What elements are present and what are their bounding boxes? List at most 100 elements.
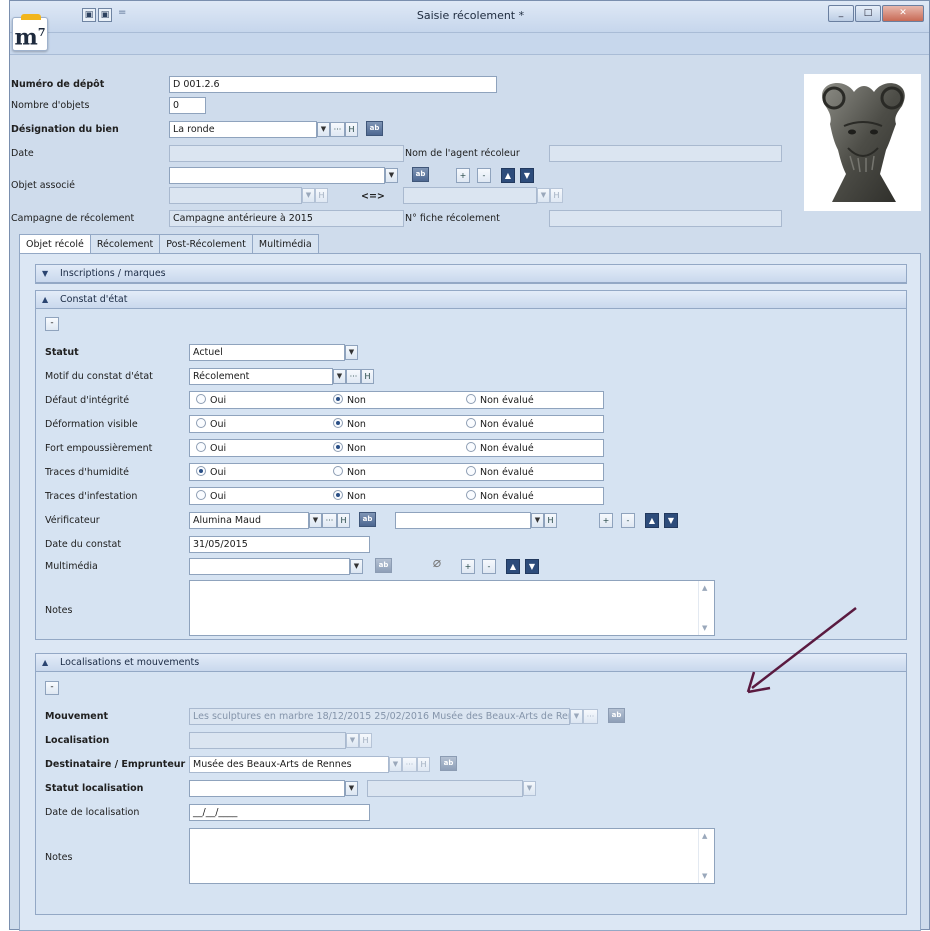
motif-combo[interactable]: Récolement — [189, 368, 333, 385]
statut-localisation-detail-combo[interactable] — [367, 780, 523, 797]
empoussierement-non-radio[interactable]: Non — [333, 442, 366, 455]
close-button[interactable]: ✕ — [882, 5, 924, 22]
date-field[interactable] — [169, 145, 404, 162]
multimedia-thesaurus-icon[interactable]: ab — [375, 558, 392, 573]
minimize-button[interactable]: _ — [828, 5, 854, 22]
statut-localisation-combo[interactable] — [189, 780, 345, 797]
multimedia-combo[interactable] — [189, 558, 350, 575]
destinataire-ellipsis-button[interactable]: ··· — [402, 757, 417, 772]
verificateur-remove-button[interactable]: - — [621, 513, 635, 528]
destinataire-thesaurus-icon[interactable]: ab — [440, 756, 457, 771]
maximize-button[interactable]: □ — [855, 5, 881, 22]
numero-depot-field[interactable]: D 001.2.6 — [169, 76, 497, 93]
statut-combo[interactable]: Actuel — [189, 344, 345, 361]
objet-associe-relation-dropdown-icon[interactable]: ▼ — [537, 188, 550, 203]
agent-field[interactable] — [549, 145, 782, 162]
localisations-collapse-button[interactable]: - — [45, 681, 59, 695]
objet-associe-add-button[interactable]: + — [456, 168, 470, 183]
multimedia-remove-button[interactable]: - — [482, 559, 496, 574]
defaut-integrite-non-evalue-radio[interactable]: Non évalué — [466, 394, 534, 407]
objet-associe-combo[interactable] — [169, 167, 385, 184]
scroll-up-icon[interactable]: ▲ — [702, 584, 707, 592]
deformation-oui-radio[interactable]: Oui — [196, 418, 226, 431]
motif-ellipsis-button[interactable]: ··· — [346, 369, 361, 384]
section-inscriptions-header[interactable]: ▼ Inscriptions / marques — [36, 265, 906, 283]
objet-associe-type-dropdown-icon[interactable]: ▼ — [302, 188, 315, 203]
statut-dropdown-icon[interactable]: ▼ — [345, 345, 358, 360]
tab-objet-recole[interactable]: Objet récolé — [19, 234, 91, 255]
humidite-non-radio[interactable]: Non — [333, 466, 366, 479]
statut-localisation-dropdown-icon[interactable]: ▼ — [345, 781, 358, 796]
tab-recolement[interactable]: Récolement — [89, 234, 161, 254]
constat-notes-textarea[interactable]: ▲ ▼ — [189, 580, 715, 636]
humidite-non-evalue-radio[interactable]: Non évalué — [466, 466, 534, 479]
verificateur-ellipsis-button[interactable]: ··· — [322, 513, 337, 528]
verificateur-thesaurus-icon[interactable]: ab — [359, 512, 376, 527]
designation-thesaurus-icon[interactable]: ab — [366, 121, 383, 136]
tab-multimedia[interactable]: Multimédia — [251, 234, 319, 254]
multimedia-move-down-button[interactable]: ▼ — [525, 559, 539, 574]
deformation-non-evalue-radio[interactable]: Non évalué — [466, 418, 534, 431]
scroll-up-icon[interactable]: ▲ — [702, 832, 707, 840]
localisation-dropdown-icon[interactable]: ▼ — [346, 733, 359, 748]
defaut-integrite-oui-radio[interactable]: Oui — [196, 394, 226, 407]
scroll-down-icon[interactable]: ▼ — [702, 624, 707, 632]
designation-combo[interactable]: La ronde — [169, 121, 317, 138]
mouvement-dropdown-icon[interactable]: ▼ — [570, 709, 583, 724]
objet-associe-thesaurus-icon[interactable]: ab — [412, 167, 429, 182]
objet-associe-relation-combo[interactable] — [403, 187, 537, 204]
infestation-oui-radio[interactable]: Oui — [196, 490, 226, 503]
objet-associe-dropdown-icon[interactable]: ▼ — [385, 168, 398, 183]
destinataire-combo[interactable]: Musée des Beaux-Arts de Rennes — [189, 756, 389, 773]
constat-collapse-button[interactable]: - — [45, 317, 59, 331]
mouvement-combo[interactable]: Les sculptures en marbre 18/12/2015 25/0… — [189, 708, 570, 725]
mouvement-thesaurus-icon[interactable]: ab — [608, 708, 625, 723]
verificateur-role-dropdown-icon[interactable]: ▼ — [531, 513, 544, 528]
verificateur-role-combo[interactable] — [395, 512, 531, 529]
multimedia-add-button[interactable]: + — [461, 559, 475, 574]
campagne-field[interactable]: Campagne antérieure à 2015 — [169, 210, 404, 227]
designation-history-button[interactable]: H — [345, 122, 358, 137]
section-constat-header[interactable]: ▲ Constat d'état — [36, 291, 906, 309]
date-localisation-field[interactable]: __/__/____ — [189, 804, 370, 821]
object-photo[interactable] — [804, 74, 921, 211]
defaut-integrite-non-radio[interactable]: Non — [333, 394, 366, 407]
objet-associe-relation-history-button[interactable]: H — [550, 188, 563, 203]
verificateur-history-button[interactable]: H — [337, 513, 350, 528]
notes-scrollbar[interactable]: ▲ ▼ — [698, 581, 714, 635]
infestation-non-radio[interactable]: Non — [333, 490, 366, 503]
nombre-objets-field[interactable]: 0 — [169, 97, 206, 114]
scroll-down-icon[interactable]: ▼ — [702, 872, 707, 880]
designation-dropdown-icon[interactable]: ▼ — [317, 122, 330, 137]
destinataire-history-button[interactable]: H — [417, 757, 430, 772]
verificateur-add-button[interactable]: + — [599, 513, 613, 528]
objet-associe-move-up-button[interactable]: ▲ — [501, 168, 515, 183]
tab-post-recolement[interactable]: Post-Récolement — [159, 234, 253, 254]
fiche-field[interactable] — [549, 210, 782, 227]
objet-associe-type-history-button[interactable]: H — [315, 188, 328, 203]
infestation-non-evalue-radio[interactable]: Non évalué — [466, 490, 534, 503]
verificateur-role-history-button[interactable]: H — [544, 513, 557, 528]
motif-history-button[interactable]: H — [361, 369, 374, 384]
empoussierement-oui-radio[interactable]: Oui — [196, 442, 226, 455]
localisation-notes-textarea[interactable]: ▲ ▼ — [189, 828, 715, 884]
objet-associe-type-combo[interactable] — [169, 187, 302, 204]
statut-localisation-detail-dropdown-icon[interactable]: ▼ — [523, 781, 536, 796]
humidite-oui-radio[interactable]: Oui — [196, 466, 226, 479]
objet-associe-remove-button[interactable]: - — [477, 168, 491, 183]
objet-associe-move-down-button[interactable]: ▼ — [520, 168, 534, 183]
localisation-history-button[interactable]: H — [359, 733, 372, 748]
designation-ellipsis-button[interactable]: ··· — [330, 122, 345, 137]
verificateur-combo[interactable]: Alumina Maud — [189, 512, 309, 529]
multimedia-dropdown-icon[interactable]: ▼ — [350, 559, 363, 574]
destinataire-dropdown-icon[interactable]: ▼ — [389, 757, 402, 772]
empoussierement-non-evalue-radio[interactable]: Non évalué — [466, 442, 534, 455]
verificateur-move-up-button[interactable]: ▲ — [645, 513, 659, 528]
date-constat-field[interactable]: 31/05/2015 — [189, 536, 370, 553]
deformation-non-radio[interactable]: Non — [333, 418, 366, 431]
localisation-combo[interactable] — [189, 732, 346, 749]
verificateur-dropdown-icon[interactable]: ▼ — [309, 513, 322, 528]
app-logo[interactable]: m7 — [12, 14, 48, 51]
multimedia-move-up-button[interactable]: ▲ — [506, 559, 520, 574]
attach-paperclip-icon[interactable]: ⌀ — [427, 556, 447, 572]
